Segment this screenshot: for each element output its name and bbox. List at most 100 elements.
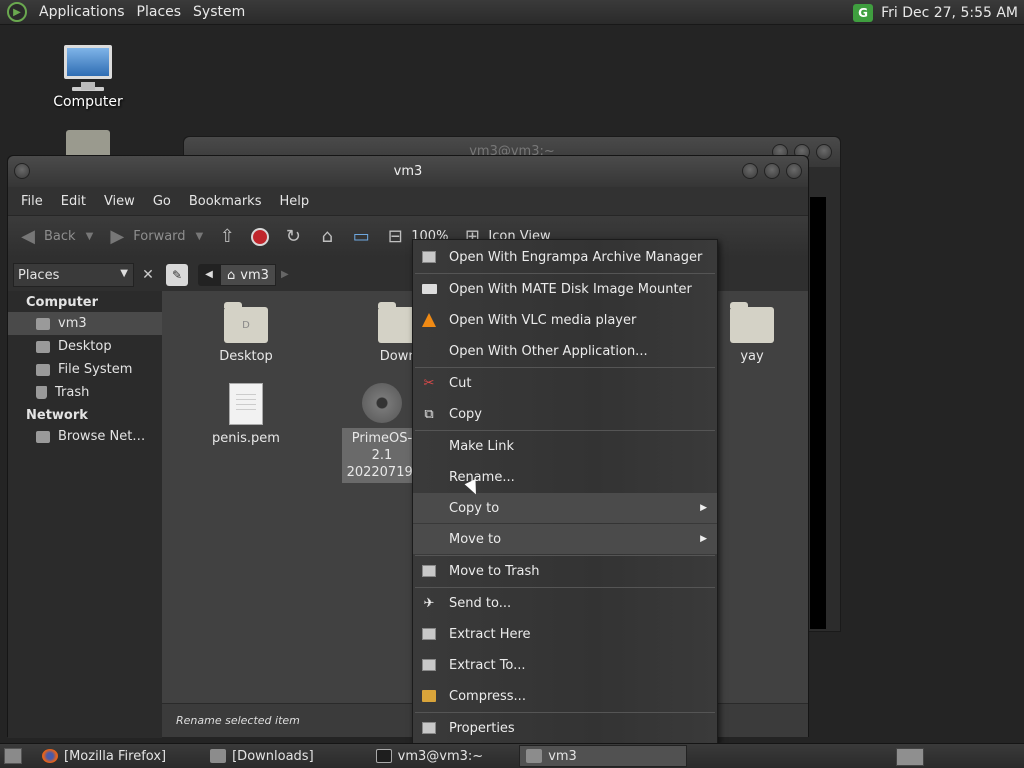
home-folder-icon (526, 749, 543, 763)
path-right-arrow-icon[interactable]: ▶ (276, 264, 294, 286)
window-menu-button[interactable] (14, 163, 30, 179)
menu-item-rename[interactable]: Rename... (413, 462, 717, 492)
home-icon: ⌂ (321, 226, 333, 247)
file-item-penis-pem[interactable]: penis.pem (196, 383, 296, 447)
menu-item-label: Copy (449, 406, 482, 422)
sidebar-type-select[interactable]: Places ▼ (13, 263, 134, 287)
scissors-icon: ✂ (423, 375, 435, 391)
up-button[interactable]: ⇧ (217, 226, 237, 247)
file-name-line2: 20220719- (346, 465, 418, 480)
forward-label: Forward (133, 229, 186, 244)
menu-item-open-vlc[interactable]: Open With VLC media player (413, 305, 717, 335)
menu-item-label: Compress... (449, 688, 526, 704)
close-button[interactable] (786, 163, 802, 179)
sidebar-item-vm3[interactable]: vm3 (8, 312, 162, 335)
context-menu: Open With Engrampa Archive Manager Open … (412, 239, 718, 744)
menu-file[interactable]: File (12, 194, 52, 209)
vlc-cone-icon (421, 313, 437, 327)
stop-icon (251, 227, 270, 246)
desktop-icon-home[interactable] (38, 130, 138, 156)
sidebar-item-file-system[interactable]: File System (8, 358, 162, 381)
mate-logo-icon[interactable]: ▶ (7, 2, 27, 22)
drive-icon (36, 363, 50, 376)
menu-item-compress[interactable]: Compress... (413, 681, 717, 711)
update-notifier-icon[interactable]: G (853, 3, 874, 22)
menu-edit[interactable]: Edit (52, 194, 95, 209)
path-left-arrow-icon[interactable]: ◀ (198, 264, 220, 286)
close-button[interactable] (816, 144, 832, 160)
reload-button[interactable]: ↻ (283, 226, 303, 247)
forward-button[interactable]: ▶ Forward ▼ (107, 226, 204, 247)
task-downloads[interactable]: [Downloads] (204, 745, 320, 767)
menu-item-copy-to[interactable]: Copy to ▶ (413, 493, 717, 523)
terminal-area[interactable] (810, 197, 826, 629)
sidebar-item-browse-network[interactable]: Browse Net… (8, 425, 162, 448)
archive-manager-icon (421, 250, 437, 264)
home-button[interactable]: ⌂ (317, 226, 337, 247)
task-vm3[interactable]: vm3 (519, 745, 688, 767)
folder-icon (730, 302, 774, 343)
menu-item-move-to-trash[interactable]: Move to Trash (413, 556, 717, 586)
menu-places[interactable]: Places (131, 4, 188, 20)
places-sidebar: Computer vm3 Desktop File System Trash N… (8, 291, 162, 738)
computer-icon: ▭ (352, 226, 370, 247)
menu-item-properties[interactable]: Properties (413, 713, 717, 743)
menu-item-extract-to[interactable]: Extract To... (413, 650, 717, 680)
desktop-icon-computer[interactable]: Computer (38, 45, 138, 110)
task-firefox[interactable]: [Mozilla Firefox] (36, 745, 172, 767)
top-panel: ▶ Applications Places System G Fri Dec 2… (0, 0, 1024, 25)
menu-item-label: Open With VLC media player (449, 312, 637, 328)
menu-item-copy[interactable]: ⧉ Copy (413, 399, 717, 429)
package-icon (421, 689, 437, 703)
back-label: Back (44, 229, 76, 244)
menu-item-open-other[interactable]: Open With Other Application... (413, 336, 717, 366)
maximize-button[interactable] (764, 163, 780, 179)
breadcrumb-label: vm3 (240, 267, 269, 283)
edit-location-icon[interactable]: ✎ (166, 264, 188, 286)
menu-item-label: Move to (449, 531, 502, 547)
menu-applications[interactable]: Applications (33, 4, 131, 20)
task-label: vm3@vm3:~ (397, 748, 484, 764)
terminal-icon (375, 749, 392, 763)
menu-item-label: Copy to (449, 500, 500, 516)
task-label: [Mozilla Firefox] (64, 748, 167, 764)
back-history-dropdown[interactable]: ▼ (86, 231, 94, 242)
menu-item-send-to[interactable]: ✈ Send to... (413, 588, 717, 618)
menu-item-open-engrampa[interactable]: Open With Engrampa Archive Manager (413, 242, 717, 272)
file-item-primeos-iso[interactable]: PrimeOS-2.1 20220719- (342, 383, 422, 483)
menu-item-label: Move to Trash (449, 563, 540, 579)
task-terminal[interactable]: vm3@vm3:~ (370, 745, 490, 767)
menu-view[interactable]: View (95, 194, 144, 209)
properties-icon (421, 721, 437, 735)
folder-icon (210, 749, 227, 763)
menu-item-make-link[interactable]: Make Link (413, 431, 717, 461)
computer-button[interactable]: ▭ (351, 226, 371, 247)
back-arrow-icon: ◀ (21, 226, 35, 247)
show-desktop-icon[interactable] (4, 748, 22, 764)
send-icon: ✈ (423, 595, 435, 611)
forward-history-dropdown[interactable]: ▼ (196, 231, 204, 242)
home-icon: ⌂ (227, 267, 236, 283)
menu-help[interactable]: Help (270, 194, 318, 209)
sidebar-item-trash[interactable]: Trash (8, 381, 162, 404)
menu-item-move-to[interactable]: Move to ▶ (413, 524, 717, 554)
clock[interactable]: Fri Dec 27, 5:55 AM (881, 5, 1018, 21)
back-button[interactable]: ◀ Back ▼ (18, 226, 94, 247)
forward-arrow-icon: ▶ (110, 226, 125, 247)
menu-item-open-disk-mounter[interactable]: Open With MATE Disk Image Mounter (413, 274, 717, 304)
menu-bookmarks[interactable]: Bookmarks (180, 194, 271, 209)
menu-go[interactable]: Go (144, 194, 180, 209)
breadcrumb-vm3[interactable]: ⌂ vm3 (220, 264, 276, 286)
sidebar-item-label: Desktop (58, 339, 112, 354)
close-sidebar-icon[interactable]: ✕ (138, 265, 158, 285)
menu-system[interactable]: System (187, 4, 251, 20)
stop-button[interactable] (251, 227, 270, 246)
minimize-button[interactable] (742, 163, 758, 179)
menu-item-extract-here[interactable]: Extract Here (413, 619, 717, 649)
file-name: penis.pem (212, 431, 280, 446)
menu-item-cut[interactable]: ✂ Cut (413, 368, 717, 398)
sidebar-item-desktop[interactable]: Desktop (8, 335, 162, 358)
workspace-switcher[interactable] (896, 748, 924, 766)
file-item-desktop[interactable]: D Desktop (196, 302, 296, 365)
window-titlebar[interactable]: vm3 (8, 156, 808, 187)
